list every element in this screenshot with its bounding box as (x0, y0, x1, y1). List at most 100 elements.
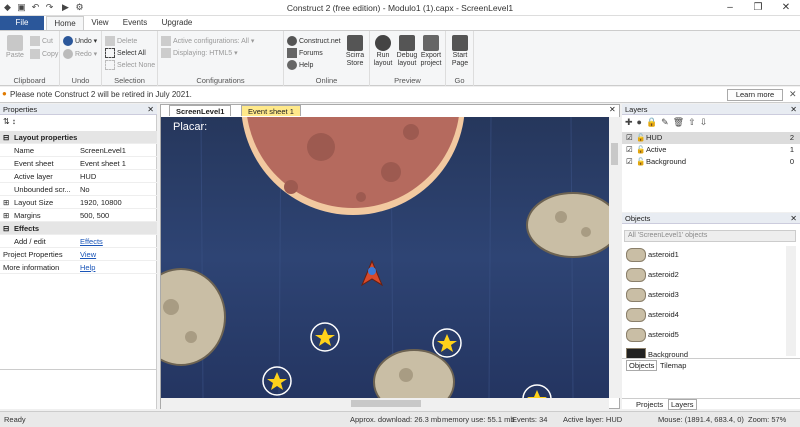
construct-net-link[interactable]: Construct.net (287, 36, 341, 46)
group-undo: Undo ▾ Redo ▾ Undo (60, 31, 102, 86)
tab-file[interactable]: File (0, 16, 44, 30)
close-icon[interactable]: ✕ (789, 89, 797, 100)
forums-link[interactable]: Forums (287, 48, 323, 58)
help-link[interactable]: Help (287, 60, 313, 70)
properties-header: Properties ✕ (0, 104, 157, 115)
group-label: Selection (114, 76, 145, 85)
tab-home[interactable]: Home (46, 16, 84, 30)
retirement-notice: ● Please note Construct 2 will be retire… (0, 87, 800, 103)
ribbon: Paste Cut Copy Clipboard Undo ▾ Redo ▾ U… (0, 30, 800, 86)
status-bar: Ready Approx. download: 26.3 mb memory u… (0, 411, 800, 427)
panel-title: Objects (625, 214, 651, 223)
start-page-button[interactable]: Start Page (448, 35, 472, 68)
redo-button[interactable]: Redo ▾ (63, 49, 97, 59)
prop-active-layer[interactable]: Active layer HUD (0, 170, 157, 183)
layers-toolbar[interactable]: ✚●🔒✎🗑⇧⇩ (625, 117, 711, 128)
object-item[interactable]: Background (624, 346, 784, 358)
group-clipboard: Paste Cut Copy Clipboard (0, 31, 60, 86)
layer-background[interactable]: ☑ 🔓 Background 0 (622, 156, 800, 168)
objects-header: Objects ✕ (622, 213, 800, 224)
vertical-scrollbar[interactable] (609, 117, 620, 398)
tab-event-sheet-1[interactable]: Event sheet 1 (241, 105, 301, 116)
prop-add-edit-effects[interactable]: Add / edit Effects (0, 235, 157, 248)
layers-panel: Layers ✕ ✚●🔒✎🗑⇧⇩ ☑ 🔓 HUD 2 ☑ 🔓 Active 1 ☑ 🔓 Backg… (622, 104, 800, 212)
object-item[interactable]: asteroid4 (624, 306, 784, 324)
cut-button[interactable]: Cut (30, 36, 53, 46)
prop-name[interactable]: Name ScreenLevel1 (0, 144, 157, 157)
layer-active[interactable]: ☑ 🔓 Active 1 (622, 144, 800, 156)
status-memory: memory use: 55.1 mb (442, 415, 515, 424)
active-configurations-dropdown[interactable]: Active configurations: All ▾ (161, 36, 254, 46)
close-icon[interactable]: ✕ (790, 213, 797, 224)
window-title: Construct 2 (free edition) - Modulo1 (1)… (286, 3, 514, 13)
tab-view[interactable]: View (86, 16, 114, 30)
objects-filter[interactable]: All 'ScreenLevel1' objects (624, 230, 796, 242)
tab-tilemap[interactable]: Tilemap (660, 361, 686, 370)
notice-text: Please note Construct 2 will be retired … (10, 90, 192, 99)
divider (0, 369, 157, 370)
status-zoom: Zoom: 57% (748, 415, 787, 424)
copy-button[interactable]: Copy (30, 49, 58, 59)
tab-objects[interactable]: Objects (626, 360, 658, 371)
asteroid (373, 349, 455, 398)
undo-button[interactable]: Undo ▾ (63, 36, 97, 46)
run-layout-button[interactable]: Run layout (371, 35, 395, 68)
paste-button[interactable]: Paste (3, 35, 27, 60)
tab-projects[interactable]: Projects (636, 400, 663, 409)
layout-canvas[interactable]: Placar: (161, 117, 609, 398)
planet (241, 117, 465, 215)
tab-layers[interactable]: Layers (668, 399, 697, 410)
prop-project-properties[interactable]: Project Properties View (0, 248, 157, 261)
debug-layout-button[interactable]: Debug layout (395, 35, 419, 68)
object-item[interactable]: asteroid3 (624, 286, 784, 304)
minimize-button[interactable]: – (716, 0, 744, 16)
scirra-store-button[interactable]: Scirra Store (343, 35, 367, 68)
sort-icon[interactable]: ⇅ ↕ (3, 117, 16, 126)
group-configurations: Active configurations: All ▾ Displaying:… (158, 31, 284, 86)
close-icon[interactable]: ✕ (790, 104, 797, 115)
prop-event-sheet[interactable]: Event sheet Event sheet 1 (0, 157, 157, 170)
group-go: Start Page Go (446, 31, 474, 86)
prop-layout-size[interactable]: ⊞ Layout Size 1920, 10800 (0, 196, 157, 209)
object-item[interactable]: asteroid1 (624, 246, 784, 264)
group-label: Clipboard (13, 76, 46, 85)
tab-screenlevel1[interactable]: ScreenLevel1 (169, 105, 232, 116)
ribbon-tabs: File Home View Events Upgrade (0, 16, 800, 30)
panel-title: Properties (3, 105, 38, 114)
close-icon[interactable]: ✕ (609, 105, 616, 114)
close-button[interactable]: ✕ (772, 0, 800, 16)
horizontal-scrollbar[interactable] (161, 398, 609, 409)
star-pickup (522, 384, 552, 398)
select-none-button[interactable]: Select None (105, 60, 155, 70)
status-events: Events: 34 (512, 415, 548, 424)
objects-panel: Objects ✕ All 'ScreenLevel1' objects aste… (622, 213, 800, 410)
panel-title: Layers (625, 105, 648, 114)
layout-editor: ScreenLevel1 Event sheet 1 ✕ Placar: (160, 104, 620, 409)
star-pickup (262, 366, 292, 396)
select-all-button[interactable]: Select All (105, 48, 146, 58)
close-icon[interactable]: ✕ (147, 104, 154, 115)
object-item[interactable]: asteroid5 (624, 326, 784, 344)
export-project-button[interactable]: Export project (419, 35, 443, 68)
group-label: Preview (394, 76, 421, 85)
object-item[interactable]: asteroid2 (624, 266, 784, 284)
group-selection: Delete Select All Select None Selection (102, 31, 158, 86)
displaying-dropdown[interactable]: Displaying: HTML5 ▾ (161, 48, 238, 58)
tab-upgrade[interactable]: Upgrade (156, 16, 198, 30)
group-online: Construct.net Forums Help Scirra Store O… (284, 31, 370, 86)
group-label: Configurations (196, 76, 245, 85)
layers-header: Layers ✕ (622, 104, 800, 115)
layer-hud[interactable]: ☑ 🔓 HUD 2 (622, 132, 800, 144)
prop-more-information[interactable]: More information Help (0, 261, 157, 274)
learn-more-button[interactable]: Learn more (727, 89, 783, 101)
objects-scrollbar[interactable] (786, 246, 796, 356)
maximize-button[interactable]: ❐ (744, 0, 772, 16)
delete-button[interactable]: Delete (105, 36, 137, 46)
tab-events[interactable]: Events (118, 16, 152, 30)
prop-margins[interactable]: ⊞ Margins 500, 500 (0, 209, 157, 222)
prop-unbounded-scrolling[interactable]: Unbounded scr... No (0, 183, 157, 196)
category-layout-properties[interactable]: ⊟ Layout properties (0, 131, 157, 144)
status-download: Approx. download: 26.3 mb (350, 415, 442, 424)
hud-score-label: Placar: (173, 121, 208, 133)
category-effects[interactable]: ⊟ Effects (0, 222, 157, 235)
